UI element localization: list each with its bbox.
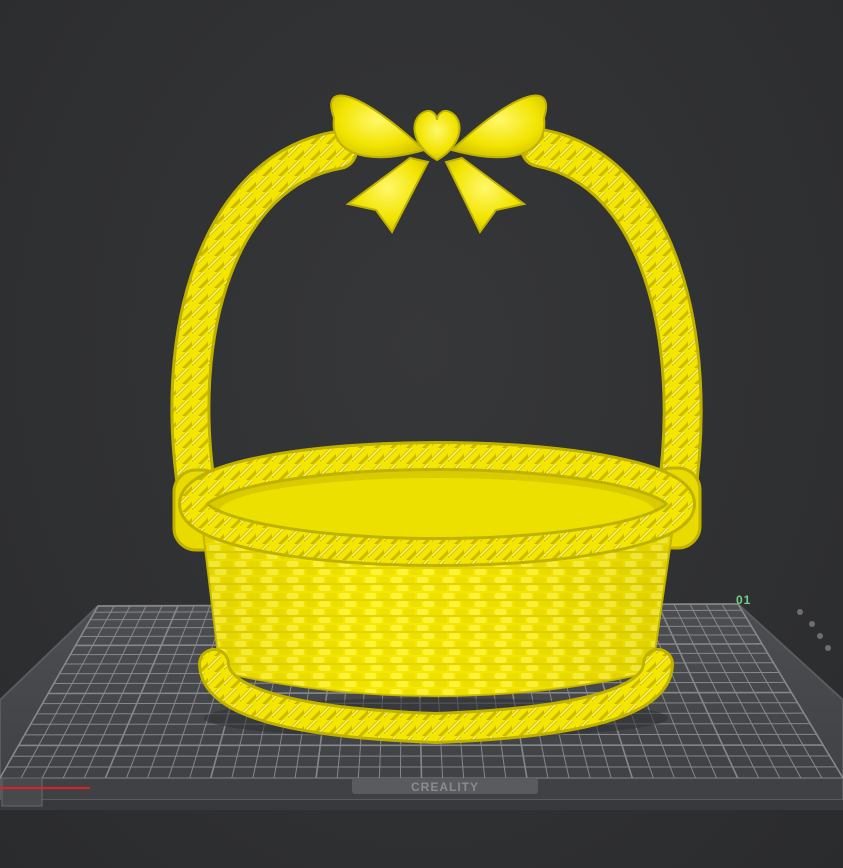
bed-brand-label: CREALITY <box>411 780 479 794</box>
heart-icon <box>413 110 461 162</box>
bed-corner-label: 01 <box>736 593 751 607</box>
basket-model[interactable] <box>170 94 703 745</box>
scene-canvas[interactable]: CREALITY 01 <box>0 0 843 868</box>
3d-viewport[interactable]: CREALITY 01 <box>0 0 843 868</box>
bow-decoration <box>330 94 547 234</box>
bed-brand-plate: CREALITY <box>352 778 538 794</box>
bed-edge-marks <box>797 609 831 651</box>
